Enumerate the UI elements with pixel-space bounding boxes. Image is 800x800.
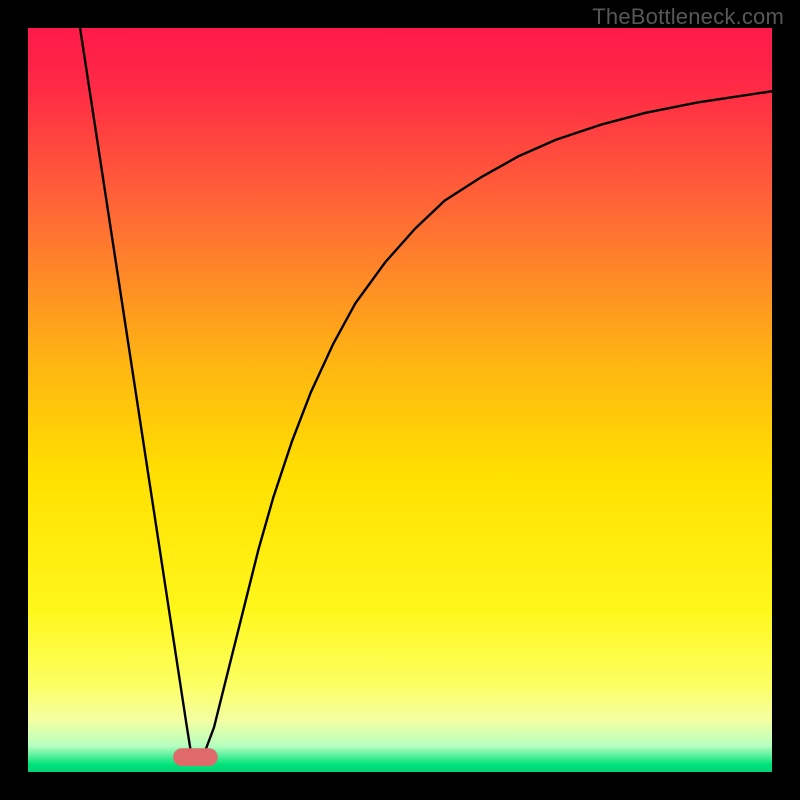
chart-svg: [28, 28, 772, 772]
gradient-background: [28, 28, 772, 772]
plot-area: [28, 28, 772, 772]
watermark-text: TheBottleneck.com: [592, 4, 784, 30]
chart-frame: TheBottleneck.com: [0, 0, 800, 800]
optimum-marker: [173, 748, 218, 766]
